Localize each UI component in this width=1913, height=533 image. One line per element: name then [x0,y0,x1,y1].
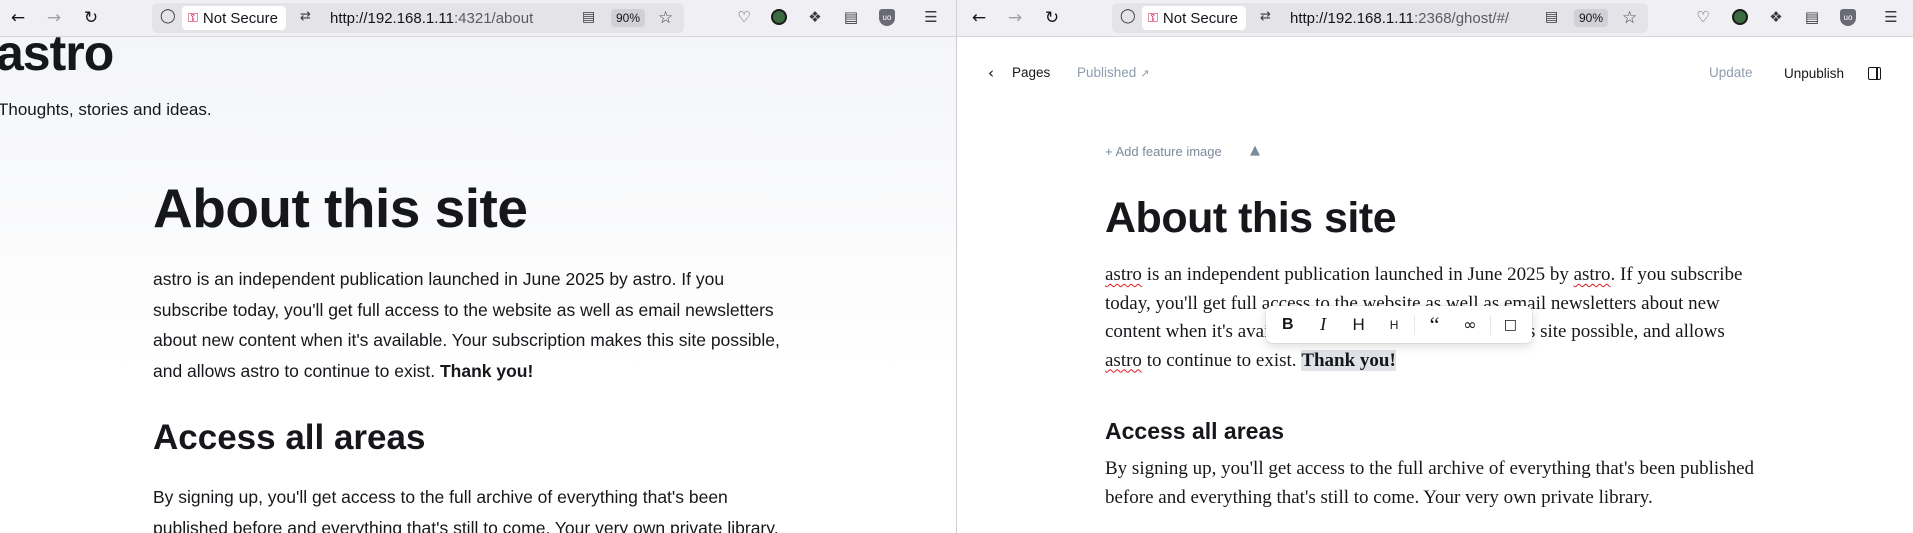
intro-paragraph: astro is an independent publication laun… [153,269,780,381]
screenshot-icon[interactable]: ▤ [1801,6,1823,28]
left-browser-toolbar: ← → ↻ ◯ ⚿ Not Secure ⇄ http://192.168.1.… [0,0,956,37]
site-title[interactable]: astro [0,24,114,82]
ublock-icon[interactable]: uo [1837,6,1859,28]
extension-avatar-icon[interactable] [1729,6,1751,28]
pocket-icon[interactable]: ♡ [1692,6,1714,28]
url-bar[interactable]: ◯ ⚿ Not Secure ⇄ http://192.168.1.11:236… [1112,3,1648,33]
zoom-level[interactable]: 90% [611,9,646,27]
add-feature-image-button[interactable]: + Add feature image [1105,144,1222,159]
url-text[interactable]: http://192.168.1.11:2368/ghost/#/edito [1290,10,1510,27]
screenshot-icon[interactable]: ▤ [840,6,862,28]
right-browser-toolbar: ← → ↻ ◯ ⚿ Not Secure ⇄ http://192.168.1.… [957,0,1913,37]
post-title-input[interactable]: About this site [1105,194,1397,243]
permissions-icon[interactable]: ⇄ [300,9,311,24]
menu-icon[interactable]: ☰ [1880,6,1902,28]
right-browser-window: ← → ↻ ◯ ⚿ Not Secure ⇄ http://192.168.1.… [957,0,1913,533]
zoom-level[interactable]: 90% [1574,9,1609,27]
reader-view-icon[interactable]: ▤ [582,9,595,25]
page-title: About this site [153,177,528,239]
forward-icon[interactable]: → [1003,6,1027,30]
not-secure-label: Not Secure [202,9,278,27]
heading-small-icon[interactable]: H [1376,306,1411,343]
not-secure-chip[interactable]: ⚿ Not Secure [1142,6,1246,30]
insecure-lock-icon: ⚿ [188,10,198,26]
shield-icon[interactable]: ◯ [1120,8,1136,24]
italic-icon[interactable]: I [1305,306,1340,343]
bookmark-star-icon[interactable]: ☆ [658,8,673,28]
extension-avatar-icon[interactable] [768,6,790,28]
selected-text[interactable]: Thank you! [1301,349,1396,371]
url-bar[interactable]: ◯ ⚿ Not Secure ⇄ http://192.168.1.11:432… [152,3,684,33]
editor-section-paragraph[interactable]: By signing up, you'll get access to the … [1105,455,1785,512]
bookmark-star-icon[interactable]: ☆ [1622,8,1637,28]
editor-section-title[interactable]: Access all areas [1105,418,1284,445]
permissions-icon[interactable]: ⇄ [1260,9,1271,24]
reload-icon[interactable]: ↻ [1040,6,1064,30]
site-description: Thoughts, stories and ideas. [0,100,212,119]
section-title: Access all areas [153,418,426,457]
ublock-icon[interactable]: uo [876,6,898,28]
unpublish-button[interactable]: Unpublish [1784,66,1844,81]
format-toolbar: B I H H “ ∞ □ [1266,306,1532,343]
chevron-left-icon[interactable]: ‹ [988,64,994,82]
pocket-icon[interactable]: ♡ [733,6,755,28]
toolbar-separator [1413,314,1415,335]
left-browser-window: ← → ↻ ◯ ⚿ Not Secure ⇄ http://192.168.1.… [0,0,956,533]
back-icon[interactable]: ← [967,6,991,30]
toolbar-separator [1489,314,1491,335]
url-text[interactable]: http://192.168.1.11:4321/about [330,10,550,27]
image-upload-icon[interactable]: ▲ [1250,143,1260,158]
shield-icon[interactable]: ◯ [160,8,176,24]
not-secure-label: Not Secure [1162,9,1238,27]
insecure-lock-icon: ⚿ [1148,10,1158,26]
sidebar-toggle-icon[interactable] [1868,67,1881,80]
snippet-icon[interactable]: □ [1493,306,1528,343]
bold-icon[interactable]: B [1270,306,1305,343]
extensions-puzzle-icon[interactable]: ❖ [804,6,826,28]
quote-icon[interactable]: “ [1417,306,1452,343]
published-status[interactable]: Published ↗ [1077,65,1149,80]
heading-large-icon[interactable]: H [1341,306,1376,343]
section-paragraph: By signing up, you'll get access to the … [153,487,779,533]
pages-back-link[interactable]: Pages [1012,65,1050,80]
update-button[interactable]: Update [1709,65,1753,80]
not-secure-chip[interactable]: ⚿ Not Secure [182,6,286,30]
menu-icon[interactable]: ☰ [920,6,942,28]
extensions-puzzle-icon[interactable]: ❖ [1765,6,1787,28]
external-link-icon: ↗ [1140,67,1150,80]
thanks-text: Thank you! [439,360,534,381]
reader-view-icon[interactable]: ▤ [1545,9,1558,25]
link-icon[interactable]: ∞ [1452,306,1487,343]
